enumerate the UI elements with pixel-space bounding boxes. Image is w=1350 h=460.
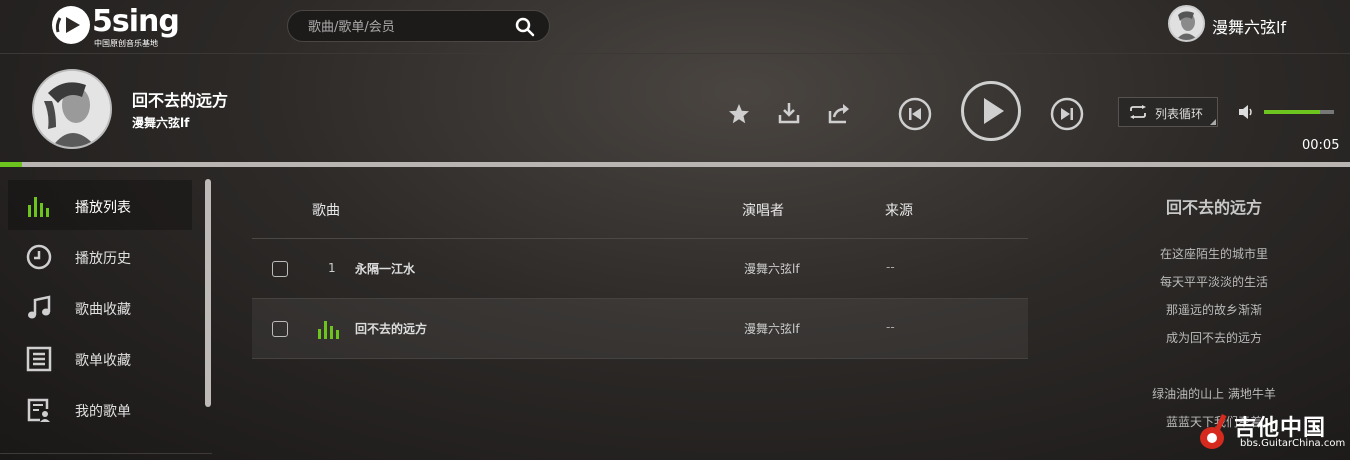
- row-checkbox[interactable]: [272, 261, 288, 277]
- watermark: 吉他中国 bbs.GuitarChina.com: [1196, 410, 1346, 458]
- song-artist[interactable]: 漫舞六弦lf: [744, 320, 800, 337]
- divider: [0, 453, 212, 454]
- column-header-song: 歌曲: [312, 203, 340, 219]
- share-icon[interactable]: [828, 102, 850, 124]
- sidebar-item-label: 播放列表: [75, 200, 131, 216]
- logo[interactable]: 5sing 中国原创音乐基地: [52, 4, 187, 48]
- song-name[interactable]: 永隔一江水: [355, 260, 415, 277]
- logo-subtitle: 中国原创音乐基地: [94, 39, 158, 48]
- user-name[interactable]: 漫舞六弦lf: [1212, 14, 1286, 38]
- previous-track-icon[interactable]: [898, 97, 932, 131]
- progress-fill: [0, 162, 22, 167]
- lyrics-title: 回不去的远方: [1165, 198, 1262, 217]
- music-note-icon: [28, 295, 51, 319]
- lyric-line: 每天平平淡淡的生活: [1159, 275, 1268, 289]
- logo-text: 5sing: [92, 4, 180, 39]
- song-name[interactable]: 回不去的远方: [355, 320, 427, 337]
- row-index: 1: [328, 261, 336, 275]
- download-icon[interactable]: [778, 102, 800, 124]
- volume-fill: [1264, 110, 1320, 114]
- sidebar-scrollbar[interactable]: [205, 179, 211, 407]
- sidebar-item-label: 我的歌单: [75, 404, 131, 420]
- current-song-artist[interactable]: 漫舞六弦lf: [132, 114, 189, 131]
- table-row[interactable]: 1 永隔一江水 漫舞六弦lf --: [252, 239, 1028, 299]
- favorite-star-icon[interactable]: [728, 103, 750, 125]
- song-artist[interactable]: 漫舞六弦lf: [744, 260, 800, 277]
- lyric-line: 那遥远的故乡渐渐: [1165, 303, 1262, 317]
- sidebar-item-playlist-favorites[interactable]: 歌单收藏: [8, 333, 192, 383]
- logo-icon: [52, 6, 90, 44]
- progress-bar[interactable]: [0, 162, 1350, 167]
- next-track-icon[interactable]: [1050, 97, 1084, 131]
- table-row[interactable]: 回不去的远方 漫舞六弦lf --: [252, 299, 1028, 359]
- volume-icon[interactable]: [1238, 104, 1254, 120]
- search-input[interactable]: [308, 17, 508, 37]
- list-icon: [26, 346, 52, 372]
- guitar-logo-icon: [1200, 413, 1227, 449]
- column-header-artist: 演唱者: [742, 203, 784, 219]
- sidebar-item-label: 歌曲收藏: [75, 302, 131, 318]
- sidebar: 播放列表 播放历史 歌曲收藏 歌单收藏 我的歌单: [8, 178, 204, 460]
- search-icon[interactable]: [515, 17, 535, 37]
- loop-mode-label: 列表循环: [1155, 107, 1204, 121]
- sidebar-item-label: 播放历史: [75, 251, 131, 267]
- repeat-icon: [1130, 105, 1146, 119]
- avatar[interactable]: [1168, 5, 1205, 42]
- lyric-line: 绿油油的山上 满地牛羊: [1152, 387, 1276, 401]
- lyric-line: 在这座陌生的城市里: [1159, 247, 1268, 261]
- playback-time: 00:05: [1302, 138, 1340, 153]
- now-playing-equalizer-icon: [318, 321, 339, 339]
- top-header: 5sing 中国原创音乐基地 漫舞六弦lf: [0, 0, 1350, 54]
- sidebar-item-song-favorites[interactable]: 歌曲收藏: [8, 282, 192, 332]
- song-source: --: [886, 320, 895, 334]
- song-source: --: [886, 260, 895, 274]
- row-checkbox[interactable]: [272, 321, 288, 337]
- sidebar-item-playlist[interactable]: 播放列表: [8, 180, 192, 230]
- lyric-line: 成为回不去的远方: [1165, 331, 1262, 345]
- sidebar-item-my-playlists[interactable]: 我的歌单: [8, 384, 192, 434]
- user-list-icon: [27, 398, 50, 422]
- sidebar-item-history[interactable]: 播放历史: [8, 231, 192, 281]
- loop-mode-button[interactable]: 列表循环: [1118, 97, 1218, 127]
- corner-triangle-icon: [1210, 119, 1216, 125]
- column-header-source: 来源: [885, 203, 913, 219]
- play-icon[interactable]: [960, 80, 1022, 142]
- watermark-url: bbs.GuitarChina.com: [1240, 438, 1346, 449]
- volume-slider[interactable]: [1264, 110, 1334, 114]
- equalizer-icon: [28, 197, 49, 217]
- clock-icon: [26, 244, 52, 270]
- album-cover: [32, 69, 112, 149]
- sidebar-item-label: 歌单收藏: [75, 353, 131, 369]
- search-box: [287, 10, 550, 42]
- current-song-title: 回不去的远方: [132, 91, 229, 110]
